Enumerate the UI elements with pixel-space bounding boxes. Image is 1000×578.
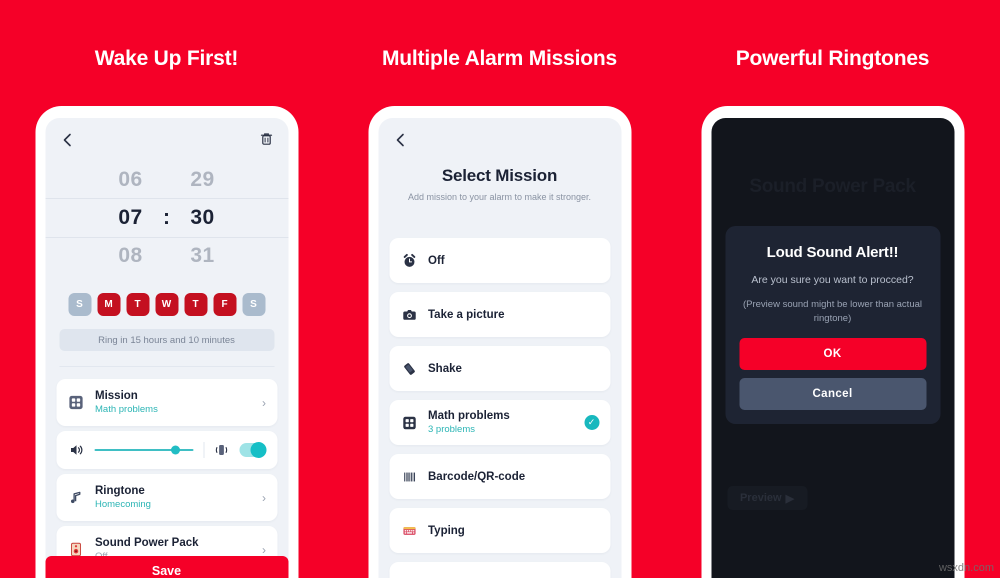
mission-item-barcode[interactable]: Barcode/QR-code <box>389 454 610 499</box>
back-button[interactable] <box>392 132 408 148</box>
page-title-dimmed: Sound Power Pack <box>749 176 916 197</box>
mission-item-typing[interactable]: Typing <box>389 508 610 553</box>
save-button[interactable]: Save <box>45 556 288 578</box>
panel-headline-1: Wake Up First! <box>94 47 239 70</box>
check-icon: ✓ <box>584 415 599 430</box>
grid-mission-icon <box>400 414 418 432</box>
time-row-previous[interactable]: 06 29 <box>45 162 288 198</box>
mission-header: Select Mission Add mission to your alarm… <box>378 166 621 202</box>
minute-selected: 30 <box>190 206 215 229</box>
alarm-edit-screen: 06 29 07 : 30 08 31 S M T W T F S Ring i… <box>45 118 288 578</box>
weekday-selector[interactable]: S M T W T F S <box>45 293 288 316</box>
panel-headline-3: Powerful Ringtones <box>735 47 930 70</box>
panel-multiple-alarm-missions: Multiple Alarm Missions Select Mission A… <box>333 0 666 578</box>
sound-power-pack-screen: Sound Power Pack Preview ▶ Loud Sound Al… <box>711 118 954 578</box>
vibration-toggle[interactable] <box>239 442 266 458</box>
chevron-right-icon: › <box>262 490 266 505</box>
day-pill-tue[interactable]: T <box>126 293 149 316</box>
mission-item-math-problems[interactable]: Math problems 3 problems ✓ <box>389 400 610 445</box>
alarm-clock-icon <box>400 252 418 270</box>
preview-button[interactable]: Preview ▶ <box>727 486 807 510</box>
watermark: wsxdn.com <box>938 562 994 574</box>
time-row-next[interactable]: 08 31 <box>45 238 288 274</box>
hour-previous: 06 <box>118 168 143 191</box>
ringtone-row-subtitle: Homecoming <box>95 499 151 510</box>
day-pill-mon[interactable]: M <box>97 293 120 316</box>
page-title: Select Mission <box>441 166 558 185</box>
vibration-toggle-knob[interactable] <box>250 442 266 458</box>
day-pill-sat[interactable]: S <box>242 293 265 316</box>
delete-alarm-button[interactable] <box>258 131 274 147</box>
chevron-right-icon: › <box>262 395 266 410</box>
mission-item-label: Off <box>428 254 445 267</box>
panel-wake-up-first: Wake Up First! 06 29 07: 30 08 31 S M T… <box>0 0 333 578</box>
ring-countdown-banner: Ring in 15 hours and 10 minutes <box>59 329 274 351</box>
ringtone-row-title: Ringtone <box>95 485 145 497</box>
volume-slider-thumb[interactable] <box>170 445 180 455</box>
speaker-icon <box>68 442 84 458</box>
minute-previous: 29 <box>190 168 215 191</box>
select-mission-screen: Select Mission Add mission to your alarm… <box>378 118 621 578</box>
barcode-icon <box>400 468 418 486</box>
ok-button[interactable]: OK <box>739 338 926 370</box>
mission-item-label: Shake <box>428 362 462 375</box>
preview-label: Preview <box>739 492 782 504</box>
vibration-icon <box>213 442 229 458</box>
mission-item-sublabel: 3 problems <box>428 424 475 435</box>
mission-row[interactable]: Mission Math problems › <box>56 379 277 426</box>
keyboard-icon <box>400 522 418 540</box>
row-separator <box>203 442 204 458</box>
time-row-selected[interactable]: 07 : 30 <box>45 198 288 238</box>
ringtone-row[interactable]: Ringtone Homecoming › <box>56 474 277 521</box>
mission-row-subtitle: Math problems <box>95 404 158 415</box>
mission-row-title: Mission <box>95 390 138 402</box>
minute-next: 31 <box>190 244 215 267</box>
section-divider <box>59 366 274 367</box>
chevron-right-icon: › <box>262 542 266 557</box>
dialog-note: (Preview sound might be lower than actua… <box>742 299 922 324</box>
dialog-body: Are you sure you want to procced? <box>751 274 914 286</box>
phone-frame-3: Sound Power Pack Preview ▶ Loud Sound Al… <box>701 106 964 578</box>
phone-frame-2: Select Mission Add mission to your alarm… <box>368 106 631 578</box>
hour-selected: 07 <box>118 206 143 229</box>
day-pill-wed[interactable]: W <box>155 293 178 316</box>
dialog-title: Loud Sound Alert!! <box>766 244 899 261</box>
mission-item-shake[interactable]: Shake <box>389 346 610 391</box>
panel-headline-2: Multiple Alarm Missions <box>382 47 617 70</box>
sound-power-row-title: Sound Power Pack <box>95 537 199 549</box>
mission-item-off[interactable]: Off <box>389 238 610 283</box>
day-pill-fri[interactable]: F <box>213 293 236 316</box>
day-pill-thu[interactable]: T <box>184 293 207 316</box>
volume-row[interactable] <box>56 431 277 469</box>
time-picker[interactable]: 06 29 07 : 30 08 31 <box>45 162 288 274</box>
music-note-icon <box>67 489 85 507</box>
back-button[interactable] <box>59 132 75 148</box>
day-pill-sun[interactable]: S <box>68 293 91 316</box>
phone-frame-1: 06 29 07 : 30 08 31 S M T W T F S Ring i… <box>35 106 298 578</box>
mission-item-label: Barcode/QR-code <box>428 470 526 483</box>
shake-icon <box>400 360 418 378</box>
mission-item-label: Math problems <box>428 410 510 422</box>
panel-powerful-ringtones: Powerful Ringtones Sound Power Pack Prev… <box>666 0 999 578</box>
mission-list: Off Take a picture Shake Math problems 3… <box>378 238 621 578</box>
mission-item-walking[interactable]: Walking <box>389 562 610 578</box>
promo-screenshot-stage: Wake Up First! 06 29 07: 30 08 31 S M T… <box>0 0 1000 578</box>
time-separator: : <box>163 206 170 229</box>
volume-slider[interactable] <box>94 445 193 455</box>
loud-sound-alert-dialog: Loud Sound Alert!! Are you sure you want… <box>725 226 940 424</box>
page-subtitle: Add mission to your alarm to make it str… <box>407 192 592 202</box>
grid-mission-icon <box>67 394 85 412</box>
mission-item-label: Take a picture <box>428 308 505 321</box>
mission-item-take-a-picture[interactable]: Take a picture <box>389 292 610 337</box>
hour-next: 08 <box>118 244 143 267</box>
mission-item-label: Typing <box>428 524 465 537</box>
play-icon: ▶ <box>785 492 795 505</box>
cancel-button[interactable]: Cancel <box>739 378 926 410</box>
camera-icon <box>400 306 418 324</box>
